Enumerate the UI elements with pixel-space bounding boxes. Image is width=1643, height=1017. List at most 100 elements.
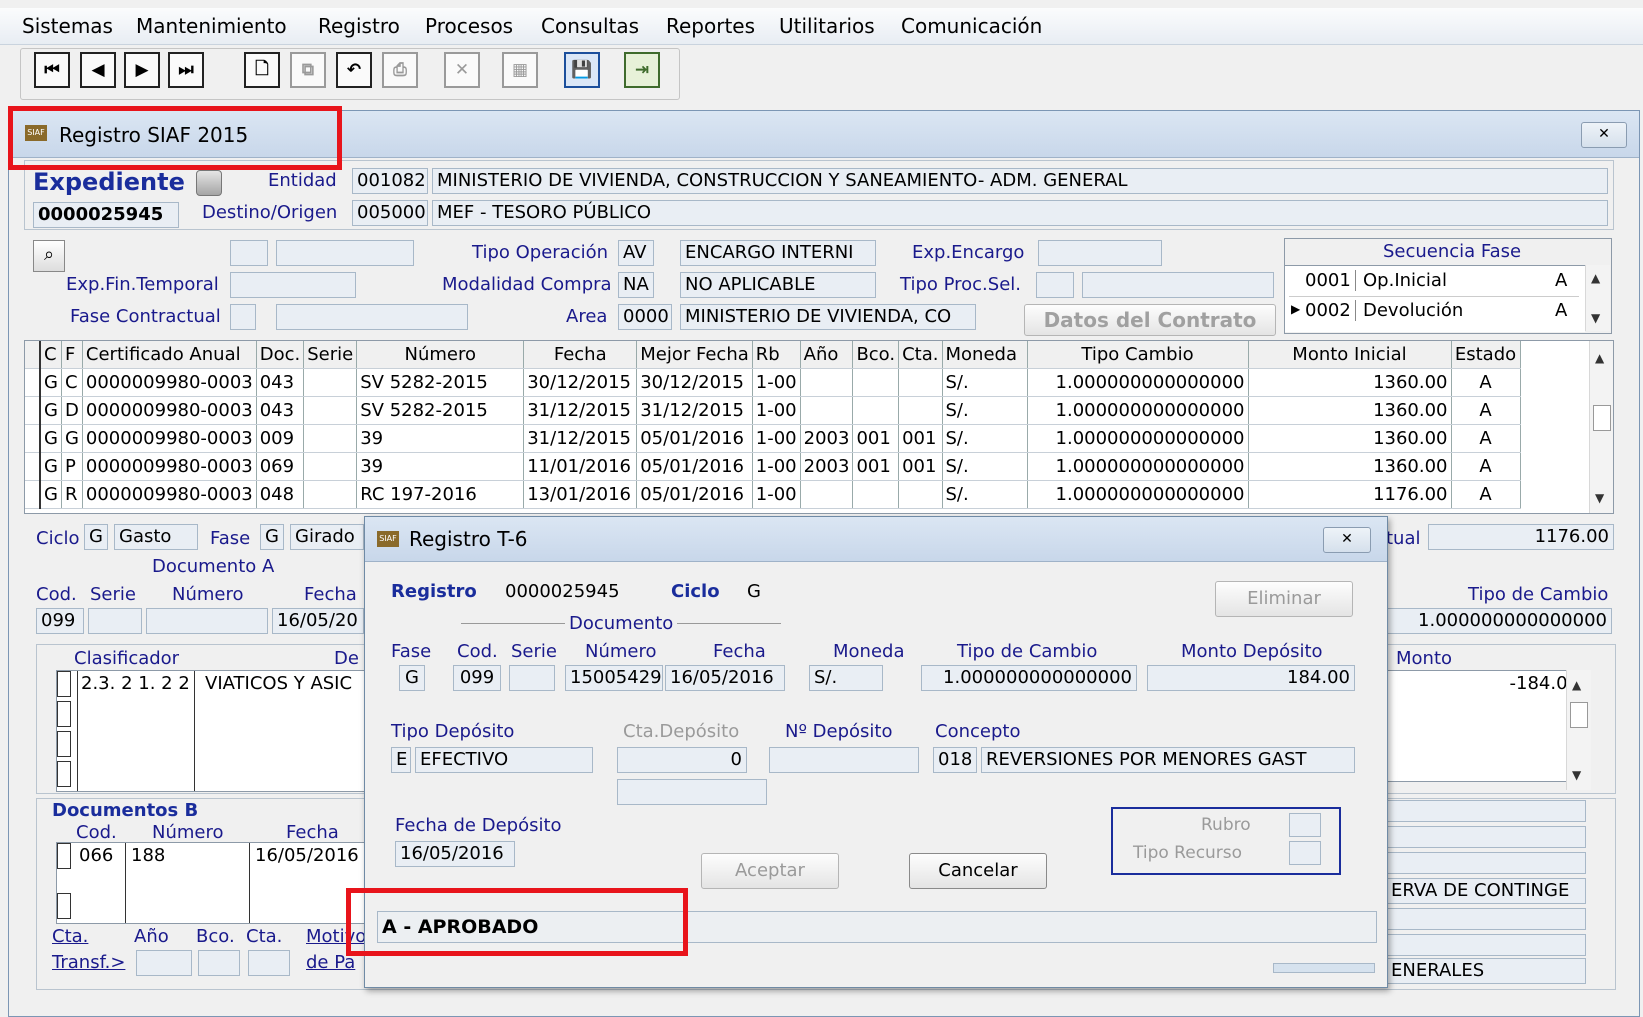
grid-row[interactable]: G G 0000009980-0003 009 39 31/12/2015 05/01/20… [25, 424, 1521, 453]
options-icon[interactable]: ▦ [502, 52, 538, 88]
col-numero[interactable]: Número [356, 341, 525, 369]
grid-cell: 1176.00 [1248, 480, 1452, 509]
expediente-lookup-icon[interactable] [196, 170, 222, 196]
monto-scrollbar[interactable]: ▲ ▼ [1566, 670, 1591, 790]
row-selector[interactable] [25, 396, 41, 425]
scroll-thumb[interactable] [1570, 702, 1588, 728]
cancelar-button[interactable]: Cancelar [909, 853, 1047, 889]
col-estado[interactable]: Estado [1451, 341, 1521, 369]
row-selector[interactable] [25, 480, 41, 509]
secuencia-scrollbar[interactable]: ▲ ▼ [1585, 265, 1610, 331]
next-record-icon[interactable]: ▶ [124, 52, 160, 88]
area-code[interactable]: 0000 [618, 304, 672, 330]
fase-contractual-code[interactable] [230, 304, 256, 330]
scroll-down-icon[interactable]: ▼ [1595, 491, 1604, 505]
row-selector[interactable] [25, 368, 41, 397]
col-tipo-cambio[interactable]: Tipo Cambio [1027, 341, 1249, 369]
row-selector[interactable] [25, 424, 41, 453]
col-cta[interactable]: Cta. [898, 341, 943, 369]
col-doc[interactable]: Doc. [256, 341, 305, 369]
transf-link[interactable]: Transf.> [52, 952, 125, 973]
row-selector[interactable] [57, 701, 71, 727]
col-f[interactable]: F [61, 341, 83, 369]
destino-label: Destino/Origen [202, 202, 338, 223]
eliminar-button[interactable]: Eliminar [1215, 581, 1353, 617]
grid-cell: 1.000000000000000 [1027, 396, 1249, 425]
grid-cell: 05/01/2016 [636, 452, 753, 481]
col-moneda[interactable]: Moneda [942, 341, 1028, 369]
fase-name: Girado [290, 524, 364, 550]
copy-icon[interactable]: ⧉ [290, 52, 326, 88]
exit-icon[interactable]: ⇥ [624, 52, 660, 88]
nro-deposito-field[interactable] [769, 747, 919, 773]
grid-cell: S/. [942, 368, 1028, 397]
col-serie[interactable]: Serie [303, 341, 358, 369]
cta-link[interactable]: Cta. [52, 926, 88, 947]
col-monto-inicial[interactable]: Monto Inicial [1248, 341, 1452, 369]
grid-scrollbar[interactable]: ▲ ▼ [1589, 341, 1613, 513]
secuencia-row[interactable]: ▶ 0002 Devolución A [1289, 298, 1579, 326]
col-fecha[interactable]: Fecha [523, 341, 638, 369]
menu-registro[interactable]: Registro [318, 14, 400, 38]
col-anio[interactable]: Año [800, 341, 854, 369]
row-selector[interactable] [57, 761, 71, 787]
new-document-icon[interactable]: 🗋 [244, 52, 280, 88]
col-certificado[interactable]: Certificado Anual [82, 341, 257, 369]
prev-record-icon[interactable]: ◀ [80, 52, 116, 88]
binoculars-search-icon[interactable]: ⌕ [33, 240, 65, 272]
row-selector[interactable] [57, 731, 71, 757]
menu-sistemas[interactable]: Sistemas [22, 14, 113, 38]
scroll-up-icon[interactable]: ▲ [1595, 351, 1604, 365]
concepto-label: Concepto [935, 721, 1021, 742]
first-record-icon[interactable]: ⏮ [34, 52, 70, 88]
descripcion-label: De [334, 648, 359, 669]
menu-procesos[interactable]: Procesos [425, 14, 513, 38]
doca-cod-label: Cod. [36, 584, 77, 605]
row-selector[interactable] [57, 671, 71, 697]
modalidad-code[interactable]: NA [618, 272, 654, 298]
scroll-down-icon[interactable]: ▼ [1572, 768, 1581, 782]
clasificador-value[interactable]: 2.3. 2 1. 2 2 [81, 673, 190, 694]
secuencia-row[interactable]: 0001 Op.Inicial A [1289, 268, 1579, 297]
col-mejor-fecha[interactable]: Mejor Fecha [636, 341, 753, 369]
exp-encargo-field[interactable] [1038, 240, 1162, 266]
grid-row[interactable]: G R 0000009980-0003 048 RC 197-2016 13/01/201… [25, 480, 1521, 509]
exp-fin-temporal-field[interactable] [230, 272, 356, 298]
grid-row[interactable]: G D 0000009980-0003 043 SV 5282-2015 31/12/20… [25, 396, 1521, 425]
save-icon[interactable]: 💾 [564, 52, 600, 88]
concepto-code[interactable]: 018 [933, 747, 977, 773]
print-icon[interactable]: ⎙ [382, 52, 418, 88]
close-icon[interactable]: ✕ [1581, 122, 1627, 148]
docb-cod[interactable]: 066 [79, 845, 113, 866]
row-selector[interactable] [57, 893, 71, 919]
scroll-thumb[interactable] [1593, 405, 1611, 431]
tipo-operacion-code[interactable]: AV [618, 240, 654, 266]
last-record-icon[interactable]: ⏭ [168, 52, 204, 88]
menu-utilitarios[interactable]: Utilitarios [779, 14, 875, 38]
grid-row[interactable]: G P 0000009980-0003 069 39 11/01/2016 05/01/20… [25, 452, 1521, 481]
row-selector[interactable] [57, 843, 71, 869]
close-icon[interactable]: ✕ [1323, 527, 1371, 553]
menu-mantenimiento[interactable]: Mantenimiento [136, 14, 287, 38]
aceptar-button[interactable]: Aceptar [701, 853, 839, 889]
col-bco[interactable]: Bco. [852, 341, 900, 369]
datos-contrato-button[interactable]: Datos del Contrato [1024, 304, 1276, 336]
col-rb[interactable]: Rb [752, 341, 801, 369]
row-selector[interactable] [25, 452, 41, 481]
col-c[interactable]: C [40, 341, 62, 369]
blank-field-1[interactable] [230, 240, 268, 266]
menu-comunicacion[interactable]: Comunicación [901, 14, 1042, 38]
scroll-up-icon[interactable]: ▲ [1572, 678, 1581, 692]
scroll-up-icon[interactable]: ▲ [1591, 271, 1600, 285]
tipo-deposito-code[interactable]: E [391, 747, 411, 773]
undo-icon[interactable]: ↶ [336, 52, 372, 88]
menu-consultas[interactable]: Consultas [541, 14, 639, 38]
cta-deposito-field[interactable]: 0 [617, 747, 747, 773]
delete-icon[interactable]: ✕ [444, 52, 480, 88]
scroll-down-icon[interactable]: ▼ [1591, 311, 1600, 325]
grid-row[interactable]: G C 0000009980-0003 043 SV 5282-2015 30/12/20… [25, 368, 1521, 397]
tipo-proc-code[interactable] [1036, 272, 1074, 298]
menu-reportes[interactable]: Reportes [666, 14, 755, 38]
blank-field-2[interactable] [276, 240, 414, 266]
fecha-deposito-field[interactable]: 16/05/2016 [395, 841, 515, 867]
